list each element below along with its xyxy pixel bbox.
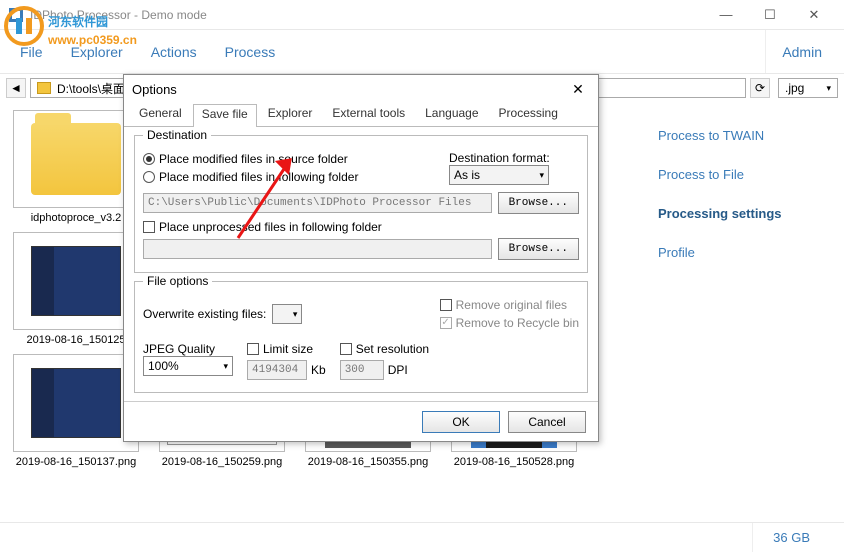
refresh-button[interactable]: ⟳ — [750, 78, 770, 98]
free-space: 36 GB — [752, 523, 830, 552]
checkbox-recycle-bin[interactable] — [440, 317, 452, 329]
dialog-close-button[interactable]: ✕ — [566, 78, 590, 100]
checkbox-set-resolution[interactable] — [340, 343, 352, 355]
unproc-path-field — [143, 239, 492, 259]
limit-size-field[interactable]: 4194304 — [247, 360, 307, 380]
dest-format-combo[interactable]: As is — [449, 165, 549, 185]
overwrite-combo[interactable] — [272, 304, 302, 324]
close-button[interactable]: ✕ — [792, 1, 836, 29]
menu-file[interactable]: File — [6, 30, 57, 73]
radio-source-label: Place modified files in source folder — [159, 152, 348, 166]
radio-following-label: Place modified files in following folder — [159, 170, 358, 184]
file-options-legend: File options — [143, 274, 212, 288]
tab-external-tools[interactable]: External tools — [323, 103, 414, 126]
limit-size-label: Limit size — [263, 342, 313, 356]
dest-path-field[interactable]: C:\Users\Public\Documents\IDPhoto Proces… — [143, 193, 492, 213]
minimize-button[interactable]: — — [704, 1, 748, 29]
link-settings[interactable]: Processing settings — [658, 194, 826, 233]
extension-combo[interactable]: .jpg — [778, 78, 838, 98]
dialog-tabs: General Save file Explorer External tool… — [124, 103, 598, 127]
menu-admin[interactable]: Admin — [765, 30, 838, 73]
folder-icon — [31, 123, 121, 195]
menu-actions[interactable]: Actions — [137, 30, 211, 73]
side-panel: Process to TWAIN Process to File Process… — [640, 102, 844, 522]
kb-label: Kb — [311, 363, 326, 377]
cancel-button[interactable]: Cancel — [508, 411, 586, 433]
path-text: D:\tools\桌面\ — [57, 80, 128, 97]
checkbox-unprocessed[interactable] — [143, 221, 155, 233]
maximize-button[interactable]: ☐ — [748, 1, 792, 29]
set-resolution-label: Set resolution — [356, 342, 429, 356]
tab-general[interactable]: General — [130, 103, 191, 126]
checkbox-unprocessed-label: Place unprocessed files in following fol… — [159, 220, 382, 234]
menu-explorer[interactable]: Explorer — [57, 30, 137, 73]
destination-legend: Destination — [143, 128, 211, 142]
menu-process[interactable]: Process — [211, 30, 290, 73]
tab-language[interactable]: Language — [416, 103, 487, 126]
link-twain[interactable]: Process to TWAIN — [658, 116, 826, 155]
dialog-title: Options — [132, 82, 177, 97]
tab-explorer[interactable]: Explorer — [259, 103, 322, 126]
checkbox-limit-size[interactable] — [247, 343, 259, 355]
radio-source-folder[interactable] — [143, 153, 155, 165]
back-button[interactable]: ◄ — [6, 78, 26, 98]
dpi-label: DPI — [388, 363, 408, 377]
overwrite-label: Overwrite existing files: — [143, 307, 266, 321]
dest-format-label: Destination format: — [449, 151, 579, 165]
tab-save-file[interactable]: Save file — [193, 104, 257, 127]
file-options-group: File options Overwrite existing files: R… — [134, 281, 588, 393]
dialog-footer: OK Cancel — [124, 401, 598, 441]
tab-processing[interactable]: Processing — [490, 103, 567, 126]
options-dialog: Options ✕ General Save file Explorer Ext… — [123, 74, 599, 442]
radio-following-folder[interactable] — [143, 171, 155, 183]
app-icon — [8, 7, 24, 23]
link-file[interactable]: Process to File — [658, 155, 826, 194]
jpeg-quality-combo[interactable]: 100% — [143, 356, 233, 376]
browse-button-1[interactable]: Browse... — [498, 192, 579, 214]
dpi-field[interactable]: 300 — [340, 360, 384, 380]
remove-original-label: Remove original files — [456, 298, 567, 312]
window-title: IDPhoto Processor - Demo mode — [30, 8, 207, 22]
folder-icon — [37, 82, 51, 94]
checkbox-remove-original[interactable] — [440, 299, 452, 311]
titlebar: IDPhoto Processor - Demo mode — ☐ ✕ — [0, 0, 844, 30]
destination-group: Destination Place modified files in sour… — [134, 135, 588, 273]
menubar: File Explorer Actions Process Admin — [0, 30, 844, 74]
status-bar: 36 GB — [0, 522, 844, 552]
recycle-bin-label: Remove to Recycle bin — [456, 316, 579, 330]
jpeg-quality-label: JPEG Quality — [143, 342, 233, 356]
ok-button[interactable]: OK — [422, 411, 500, 433]
link-profile[interactable]: Profile — [658, 233, 826, 272]
browse-button-2[interactable]: Browse... — [498, 238, 579, 260]
